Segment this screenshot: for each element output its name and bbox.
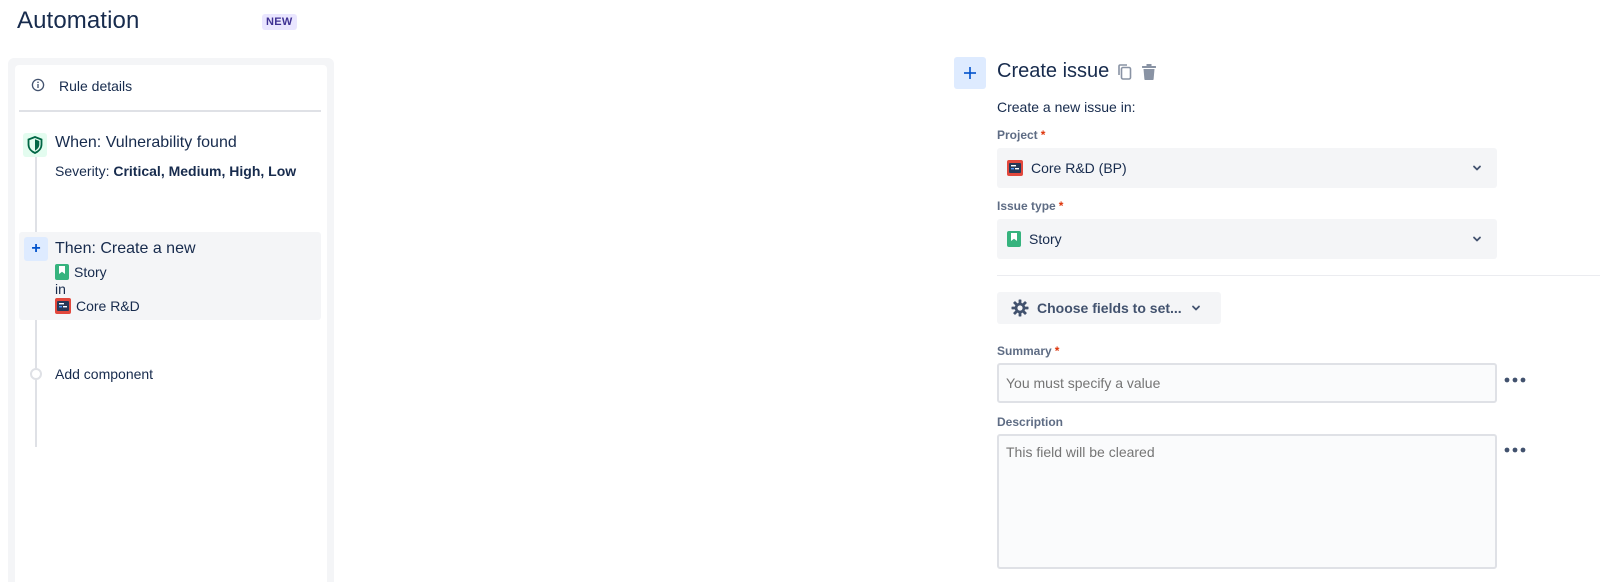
- action-connector-label: in: [55, 281, 66, 297]
- required-marker: *: [1058, 199, 1064, 213]
- story-icon: [55, 264, 69, 280]
- page-header: Automation: [17, 6, 139, 36]
- new-badge: NEW: [262, 14, 297, 30]
- summary-label-text: Summary: [997, 344, 1052, 358]
- description-label-text: Description: [997, 415, 1064, 429]
- story-icon: [1007, 231, 1021, 247]
- action-title: Then: Create a new: [55, 240, 196, 257]
- plus-icon: +: [24, 237, 48, 261]
- more-options-icon[interactable]: [1504, 446, 1526, 454]
- action-project-label: Core R&D: [76, 298, 140, 314]
- choose-fields-button[interactable]: Choose fields to set...: [997, 292, 1221, 324]
- add-component-item[interactable]: Add component: [19, 363, 321, 387]
- severity-label: Severity:: [55, 163, 114, 179]
- issue-type-select[interactable]: Story: [997, 219, 1497, 259]
- project-select[interactable]: Core R&D (BP): [997, 148, 1497, 188]
- project-avatar-icon: [55, 298, 71, 314]
- trash-icon[interactable]: [1140, 63, 1158, 81]
- gear-icon: [1011, 299, 1029, 317]
- rule-details-label: Rule details: [59, 78, 133, 94]
- add-component-label: Add component: [55, 366, 154, 382]
- severity-values: Critical, Medium, High, Low: [113, 163, 297, 179]
- info-icon: [31, 78, 45, 92]
- trigger-title: When: Vulnerability found: [55, 134, 237, 151]
- rule-sidebar: Rule details When: Vulnerability found S…: [15, 65, 327, 582]
- shield-icon: [27, 136, 43, 154]
- rule-details-item[interactable]: Rule details: [19, 65, 321, 112]
- issue-type-label-text: Issue type: [997, 199, 1056, 213]
- action-connector: in: [55, 281, 66, 297]
- page-title: Automation: [17, 7, 140, 34]
- chevron-down-icon: [1191, 305, 1200, 311]
- project-field-label: Project *: [997, 128, 1045, 142]
- trigger-severity: Severity: Critical, Medium, High, Low: [55, 163, 296, 179]
- project-select-value: Core R&D (BP): [1031, 160, 1127, 176]
- description-field-label: Description: [997, 415, 1063, 429]
- required-marker: *: [1040, 128, 1046, 142]
- add-step-button[interactable]: [954, 57, 986, 89]
- chevron-down-icon: [1473, 165, 1481, 171]
- action-component[interactable]: + Then: Create a new Story in Core R&D: [19, 232, 321, 320]
- more-options-icon[interactable]: [1504, 376, 1526, 384]
- trigger-icon-box: [23, 133, 47, 157]
- add-dot-icon: [30, 368, 42, 380]
- summary-field-label: Summary *: [997, 344, 1059, 358]
- project-label-text: Project: [997, 128, 1038, 142]
- action-project: Core R&D: [55, 298, 140, 314]
- action-issue-type-label: Story: [74, 264, 107, 280]
- issue-type-field-label: Issue type *: [997, 199, 1063, 213]
- summary-input[interactable]: [997, 363, 1497, 403]
- copy-icon[interactable]: [1117, 63, 1133, 81]
- description-textarea[interactable]: [997, 434, 1497, 569]
- choose-fields-label: Choose fields to set...: [1037, 300, 1182, 316]
- chevron-down-icon: [1473, 236, 1481, 242]
- required-marker: *: [1054, 344, 1060, 358]
- plus-icon: [964, 67, 976, 79]
- project-avatar-icon: [1007, 160, 1023, 176]
- panel-title: Create issue: [997, 60, 1110, 82]
- action-issue-type: Story: [55, 264, 107, 280]
- section-divider: [997, 275, 1600, 276]
- issue-type-select-value: Story: [1029, 231, 1062, 247]
- panel-description: Create a new issue in:: [997, 99, 1136, 115]
